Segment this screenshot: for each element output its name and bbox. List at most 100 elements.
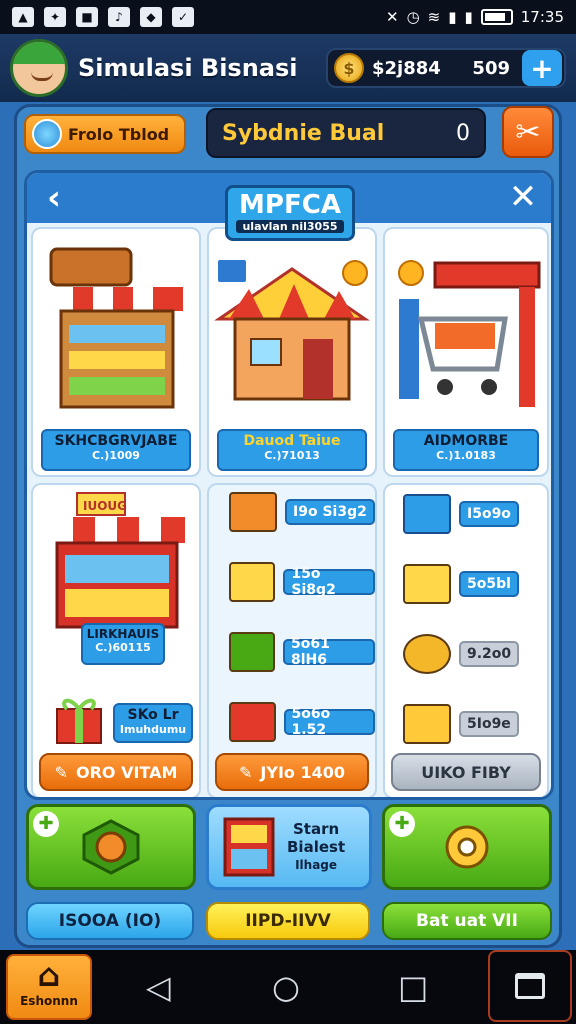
kiosk-name: SKHCBGRVJABE <box>54 433 178 449</box>
buy-button-upgrades-label: UIKO FIBY <box>421 762 511 782</box>
pencil-icon: ✎ <box>54 762 68 782</box>
stall-price: C.)60115 <box>95 641 151 654</box>
upgrade-row-3[interactable]: 9.2o0 <box>403 634 520 674</box>
upgrade-row-2[interactable]: 5o5bl <box>403 564 519 604</box>
box-icon <box>229 492 277 532</box>
coin-box-icon <box>403 634 451 674</box>
shield-icon: ◆ <box>140 7 162 27</box>
plus-badge-icon: ✚ <box>33 811 59 837</box>
goods-row-3[interactable]: 5o61 8lH6 <box>229 632 375 672</box>
store-promo-line1: Starn <box>292 820 340 838</box>
shop-card-upgrades[interactable]: I5o9o 5o5bl 9.2o0 5Io9e UIKO FIBY <box>383 483 549 797</box>
upgrade-price-3: 9.2o0 <box>459 641 520 667</box>
coin-icon: $ <box>334 53 364 83</box>
upgrade-price-4: 5Io9e <box>459 711 519 737</box>
profile-pill[interactable]: Frolo Tblod <box>24 114 186 154</box>
home-nav-icon[interactable]: ○ <box>272 968 300 1006</box>
bottom-button-3[interactable]: Bat uat VII <box>382 902 552 940</box>
kiosk-image <box>49 247 183 409</box>
game-title: Simulasi Bisnasi <box>78 54 298 82</box>
shop-window: ‹ ✕ MPFCA ulavlan nil3055 SKHCBGRVJABE C… <box>24 170 554 800</box>
shop-card-kiosk[interactable]: SKHCBGRVJABE C.)1009 <box>31 227 201 477</box>
tools-button[interactable]: ✂ <box>502 106 554 158</box>
buy-button-stall-label: ORO VITAM <box>76 762 178 782</box>
market-name: AIDMORBE <box>423 433 509 449</box>
score-bar: Sybdnie Bual 0 <box>206 108 486 158</box>
goods-price-3: 5o61 8lH6 <box>282 636 375 668</box>
gift-box-icon <box>229 702 276 742</box>
back-button[interactable]: ‹ <box>37 181 71 215</box>
battery-icon <box>480 9 513 25</box>
buy-button-stall[interactable]: ✎ ORO VITAM <box>39 753 193 791</box>
gem-count: 509 <box>472 57 510 79</box>
goods-price-4: 5o6o 1.52 <box>283 706 375 738</box>
alarm-icon: ◷ <box>406 8 420 26</box>
stack-icon <box>403 564 451 604</box>
store-promo-text: Starn Bialest Ilhage <box>287 820 345 874</box>
shop-card-stall[interactable]: IUOUG LIRKHAUIS C.)60115 SKo Lr Imuhdumu… <box>31 483 201 797</box>
overview-nav-icon[interactable]: □ <box>398 968 428 1006</box>
status-bar: ▲ ✦ ■ ♪ ◆ ✓ ✕ ◷ ≋ ▮ ▮ 17:35 <box>0 0 576 34</box>
back-nav-icon[interactable]: ◁ <box>146 968 171 1006</box>
goods-row-1[interactable]: I9o Si3g2 <box>229 492 375 532</box>
shop-card-goods[interactable]: I9o Si3g2 15o Si8g2 5o61 8lH6 5o6o 1.52 … <box>207 483 377 797</box>
cart-image <box>398 260 541 407</box>
storefront-icon <box>223 817 275 877</box>
store-label: Dauod Taiue C.)71013 <box>217 429 367 471</box>
gold-crate-icon <box>403 704 451 744</box>
kiosk-label: SKHCBGRVJABE C.)1009 <box>41 429 191 471</box>
bottom-button-1[interactable]: ISOOA (IO) <box>26 902 194 940</box>
mute-icon: ✕ <box>385 8 399 26</box>
close-button[interactable]: ✕ <box>505 179 541 215</box>
gift-label-line2: Imuhdumu <box>119 723 187 736</box>
settings-action-button[interactable]: ✚ <box>382 804 552 890</box>
shop-subtitle: ulavlan nil3055 <box>236 220 344 233</box>
navigation-bar: ⌂ Eshonnn ◁ ○ □ <box>0 950 576 1024</box>
goods-row-4[interactable]: 5o6o 1.52 <box>229 702 375 742</box>
signal-icon: ▮ <box>448 8 457 26</box>
stall-image: IUOUG <box>51 492 185 629</box>
gear-icon <box>445 825 489 869</box>
avatar[interactable] <box>10 39 68 97</box>
check-icon: ✓ <box>172 7 194 27</box>
buy-button-upgrades[interactable]: UIKO FIBY <box>391 753 541 791</box>
gift-icon <box>56 698 102 744</box>
score-title: Sybdnie Bual <box>222 120 385 146</box>
buy-button-goods[interactable]: ✎ JYIo 1400 <box>215 753 369 791</box>
blue-crate-icon <box>403 494 451 534</box>
hammer-icon <box>82 819 140 875</box>
upgrade-row-1[interactable]: I5o9o <box>403 494 519 534</box>
goods-row-2[interactable]: 15o Si8g2 <box>229 562 375 602</box>
kiosk-price: C.)1009 <box>92 449 140 462</box>
note-icon: ♪ <box>108 7 130 27</box>
stall-name: LIRKHAUIS <box>86 627 160 641</box>
market-price: C.)1.0183 <box>436 449 496 462</box>
plus-badge-icon: ✚ <box>389 811 415 837</box>
gift-label-line1: SKo Lr <box>127 707 179 723</box>
upgrade-row-4[interactable]: 5Io9e <box>403 704 519 744</box>
top-bar: Frolo Tblod Sybdnie Bual 0 ✂ <box>24 106 554 160</box>
pencil-icon: ✎ <box>239 762 253 782</box>
shop-card-store[interactable]: Dauod Taiue C.)71013 <box>207 227 377 477</box>
store-image <box>214 258 370 401</box>
app-icon: ✦ <box>44 7 66 27</box>
home-icon: ⌂ <box>37 956 61 994</box>
crate-icon <box>229 562 276 602</box>
home-button[interactable]: ⌂ Eshonnn <box>6 954 92 1020</box>
add-currency-button[interactable]: + <box>522 50 562 86</box>
bottom-button-2[interactable]: IIPD-IIVV <box>206 902 370 940</box>
stall-sign: IUOUG <box>83 499 127 513</box>
shop-card-market[interactable]: AIDMORBE C.)1.0183 <box>383 227 549 477</box>
signal2-icon: ▮ <box>464 8 473 26</box>
image-icon: ▲ <box>12 7 34 27</box>
window-icon <box>515 973 545 999</box>
hammer-action-button[interactable]: ✚ <box>26 804 196 890</box>
upgrade-price-2: 5o5bl <box>459 571 519 597</box>
store-promo-button[interactable]: Starn Bialest Ilhage <box>206 804 372 890</box>
clock: 17:35 <box>520 8 564 26</box>
store-promo-line3: Ilhage <box>295 858 338 872</box>
gift-label: SKo Lr Imuhdumu <box>113 703 193 743</box>
green-box-icon <box>229 632 275 672</box>
window-button[interactable] <box>488 950 572 1022</box>
goods-price-2: 15o Si8g2 <box>283 566 375 598</box>
